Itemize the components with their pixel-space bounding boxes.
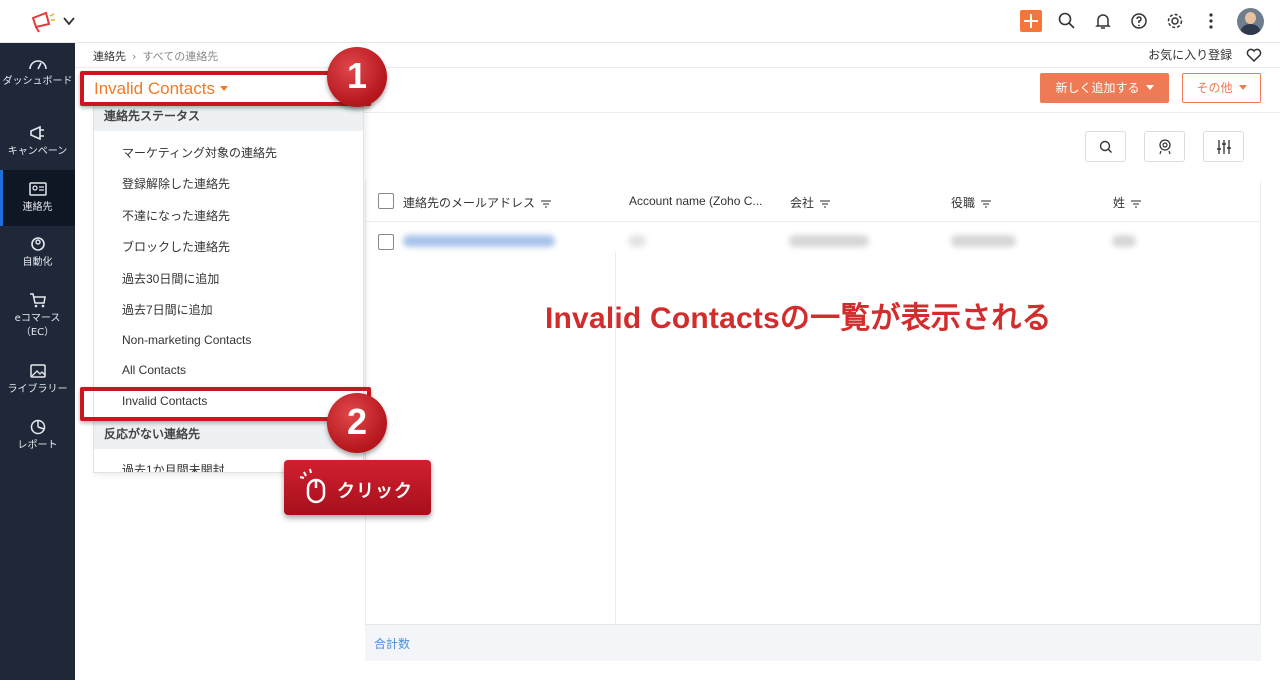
mouse-icon: [299, 468, 326, 504]
add-new-button[interactable]: 新しく追加する: [1040, 73, 1169, 103]
help-icon[interactable]: [1129, 11, 1149, 31]
column-settings-button[interactable]: [1203, 131, 1244, 162]
column-label: 役職: [951, 196, 976, 210]
redacted-company-cell: [789, 235, 869, 247]
table-footer: 合計数: [365, 624, 1261, 661]
redacted-email-cell[interactable]: [403, 235, 555, 247]
favorite-toggle[interactable]: お気に入り登録: [1148, 46, 1262, 63]
column-label: 会社: [790, 196, 815, 210]
column-company[interactable]: 会社: [790, 194, 831, 211]
column-label: 姓: [1113, 196, 1126, 210]
search-icon: [1099, 140, 1112, 153]
click-label: クリック: [337, 481, 413, 502]
search-icon[interactable]: [1057, 11, 1077, 31]
column-label: Account name (Zoho C...: [629, 194, 763, 208]
redacted-account-cell: [628, 235, 646, 247]
contact-card-icon: [28, 182, 47, 196]
side-navigation: ダッシュボード キャンペーン 連絡先 自動化 eコマース（EC） ライブラリー …: [0, 43, 75, 680]
caret-down-icon: [1145, 85, 1154, 90]
total-count-link[interactable]: 合計数: [374, 635, 410, 652]
campaigns-logo-icon[interactable]: [30, 10, 56, 34]
breadcrumb-root[interactable]: 連絡先: [93, 50, 126, 63]
click-callout: クリック: [284, 460, 431, 515]
pie-chart-icon: [30, 419, 45, 435]
breadcrumb-separator-icon: ›: [132, 50, 137, 63]
megaphone-icon: [29, 125, 44, 141]
bell-icon[interactable]: [1093, 11, 1113, 31]
dashboard-icon: [28, 60, 47, 70]
select-all-checkbox[interactable]: [378, 193, 394, 209]
step-badge-1: 1: [327, 47, 387, 107]
nav-item-library[interactable]: ライブラリー: [0, 363, 75, 403]
cart-icon: [29, 293, 46, 308]
more-vertical-icon[interactable]: [1201, 11, 1221, 31]
nav-item-ecommerce[interactable]: eコマース（EC）: [0, 292, 75, 346]
sliders-icon: [1217, 140, 1231, 154]
redacted-title-cell: [951, 235, 1016, 247]
filter-icon[interactable]: [819, 199, 831, 209]
table-search-button[interactable]: [1085, 131, 1126, 162]
header-divider: [75, 67, 1280, 68]
filter-icon[interactable]: [980, 199, 992, 209]
chevron-down-icon[interactable]: [62, 14, 76, 28]
nav-label: 自動化: [22, 257, 53, 268]
nav-label: レポート: [17, 440, 58, 451]
favorite-label: お気に入り登録: [1148, 48, 1233, 62]
quick-add-button[interactable]: [1020, 10, 1042, 32]
nav-label: eコマース（EC）: [14, 313, 61, 338]
breadcrumb: 連絡先 › すべての連絡先: [93, 48, 218, 64]
column-label: 連絡先のメールアドレス: [403, 196, 536, 210]
nav-item-automation[interactable]: 自動化: [0, 236, 75, 276]
dropdown-item[interactable]: 過去7日間に追加: [122, 301, 213, 318]
segment-icon: [1159, 139, 1171, 155]
content-divider: [363, 112, 1280, 113]
image-library-icon: [29, 364, 46, 378]
gear-icon[interactable]: [1165, 11, 1185, 31]
annotation-caption: Invalid Contactsの一覧が表示される: [545, 302, 1052, 335]
automation-icon: [30, 237, 45, 251]
dropdown-item[interactable]: 過去30日間に追加: [122, 270, 219, 287]
breadcrumb-current: すべての連絡先: [142, 50, 219, 63]
dropdown-item[interactable]: 登録解除した連絡先: [122, 175, 230, 192]
more-button[interactable]: その他: [1182, 73, 1261, 103]
dropdown-item[interactable]: ブロックした連絡先: [122, 238, 230, 255]
add-new-label: 新しく追加する: [1055, 81, 1140, 95]
contacts-table: [365, 181, 1261, 661]
column-last-name[interactable]: 姓: [1113, 194, 1142, 211]
nav-item-campaigns[interactable]: キャンペーン: [0, 125, 75, 165]
dropdown-item[interactable]: Non-marketing Contacts: [122, 333, 251, 347]
heart-icon[interactable]: [1246, 48, 1262, 63]
column-account-name[interactable]: Account name (Zoho C...: [629, 194, 762, 208]
dropdown-item[interactable]: マーケティング対象の連絡先: [122, 144, 277, 161]
dropdown-group-header: 反応がない連絡先: [94, 420, 363, 449]
filter-icon[interactable]: [540, 199, 552, 209]
top-bar: [0, 0, 1280, 43]
redacted-last-name-cell: [1112, 235, 1136, 247]
row-checkbox[interactable]: [378, 234, 394, 250]
nav-item-reports[interactable]: レポート: [0, 419, 75, 459]
column-title[interactable]: 役職: [951, 194, 992, 211]
dropdown-item[interactable]: 過去1か月間未開封: [122, 461, 225, 472]
nav-label: ダッシュボード: [2, 76, 73, 87]
dropdown-item[interactable]: All Contacts: [122, 363, 186, 377]
user-avatar[interactable]: [1237, 8, 1264, 35]
table-header: 連絡先のメールアドレス Account name (Zoho C... 会社 役…: [365, 184, 1261, 222]
caret-down-icon: [1238, 85, 1247, 90]
nav-label: キャンペーン: [7, 146, 68, 157]
segment-button[interactable]: [1144, 131, 1185, 162]
dropdown-group-header: 連絡先ステータス: [94, 106, 363, 131]
column-email[interactable]: 連絡先のメールアドレス: [403, 194, 552, 211]
more-label: その他: [1196, 81, 1233, 95]
filter-icon[interactable]: [1130, 199, 1142, 209]
step-badge-2: 2: [327, 393, 387, 453]
nav-item-contacts[interactable]: 連絡先: [0, 170, 75, 226]
nav-item-dashboard[interactable]: ダッシュボード: [0, 55, 75, 109]
dropdown-item[interactable]: 不達になった連絡先: [122, 207, 230, 224]
nav-label: ライブラリー: [7, 384, 68, 395]
nav-label: 連絡先: [22, 202, 53, 213]
